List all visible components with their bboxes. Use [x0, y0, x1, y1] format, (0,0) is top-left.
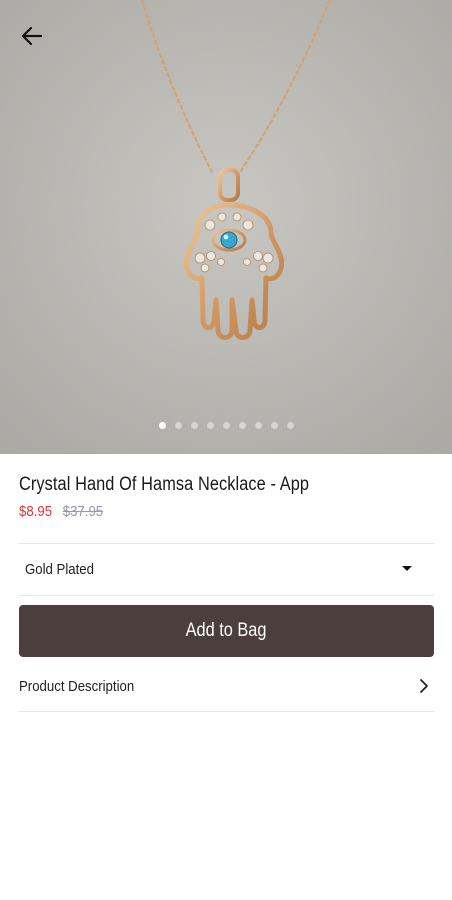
sale-price: $8.95	[19, 503, 53, 520]
carousel-dot[interactable]	[286, 422, 294, 429]
add-to-bag-label: Add to Bag	[186, 620, 267, 641]
caret-down-icon	[402, 566, 412, 571]
add-to-bag-button[interactable]: Add to Bag	[19, 605, 434, 657]
carousel-dot[interactable]	[158, 422, 166, 429]
product-description-label: Product Description	[19, 677, 135, 695]
variant-dropdown[interactable]: Gold Plated	[19, 544, 434, 594]
price-group: $8.95 $37.95	[19, 503, 103, 520]
carousel-dot[interactable]	[206, 422, 214, 429]
carousel-dot[interactable]	[254, 422, 262, 429]
carousel-dot[interactable]	[222, 422, 230, 429]
variant-selected-value: Gold Plated	[25, 560, 94, 578]
divider	[19, 711, 434, 712]
original-price: $37.95	[62, 503, 104, 520]
necklace-photo	[0, 0, 452, 454]
product-image-carousel[interactable]	[0, 0, 452, 454]
chevron-right-icon	[420, 679, 428, 693]
product-description-row[interactable]: Product Description	[19, 662, 434, 710]
carousel-dot[interactable]	[190, 422, 198, 429]
product-title: Crystal Hand Of Hamsa Necklace - App	[19, 474, 310, 495]
back-button[interactable]	[14, 18, 50, 54]
carousel-dot[interactable]	[270, 422, 278, 429]
carousel-dot[interactable]	[174, 422, 182, 429]
divider	[19, 595, 434, 596]
carousel-dot[interactable]	[238, 422, 246, 429]
arrow-left-icon	[21, 26, 43, 46]
carousel-pagination	[0, 422, 452, 432]
